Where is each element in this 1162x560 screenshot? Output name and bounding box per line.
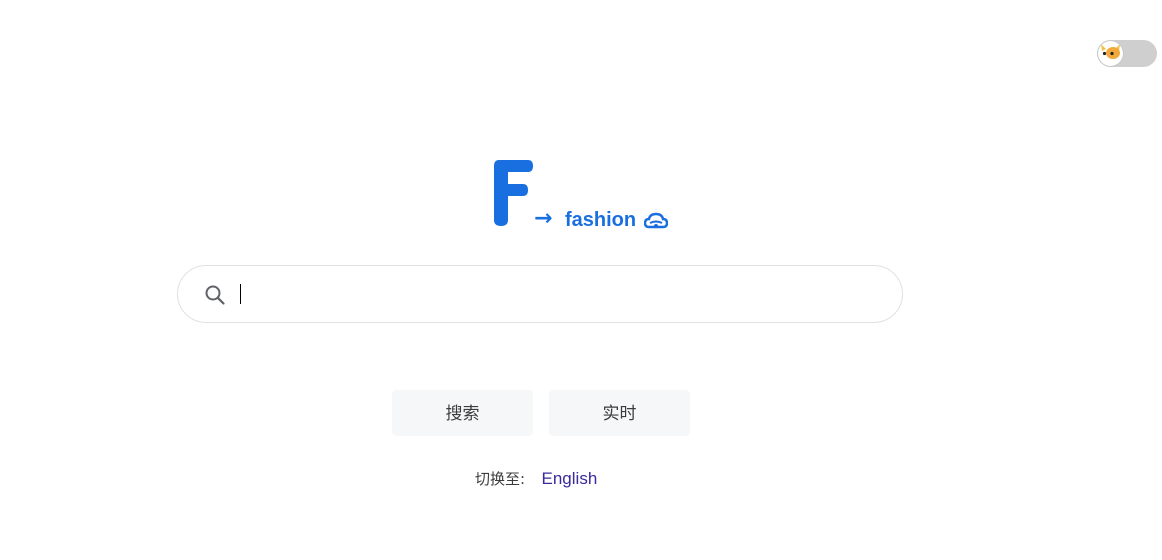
logo-word: fashion xyxy=(565,209,637,231)
cat-face-icon xyxy=(1101,44,1120,59)
search-icon[interactable] xyxy=(204,284,226,306)
language-switch: 切换至: English xyxy=(475,468,597,490)
cloud-icon xyxy=(644,212,668,229)
language-label: 切换至: xyxy=(475,470,526,488)
search-button[interactable]: 搜索 xyxy=(392,390,533,436)
search-box[interactable] xyxy=(177,265,903,323)
search-input[interactable] xyxy=(238,280,878,310)
toggle-knob xyxy=(1098,41,1123,66)
theme-toggle[interactable] xyxy=(1097,40,1157,67)
site-logo[interactable]: → fashion xyxy=(490,156,680,236)
language-link-english[interactable]: English xyxy=(542,469,598,488)
realtime-button[interactable]: 实时 xyxy=(549,390,690,436)
logo-letter-f xyxy=(494,160,533,226)
text-caret xyxy=(240,284,241,304)
page: → fashion 搜索 实时 切换至: English xyxy=(0,0,1162,560)
logo-arrow: → xyxy=(534,206,553,231)
